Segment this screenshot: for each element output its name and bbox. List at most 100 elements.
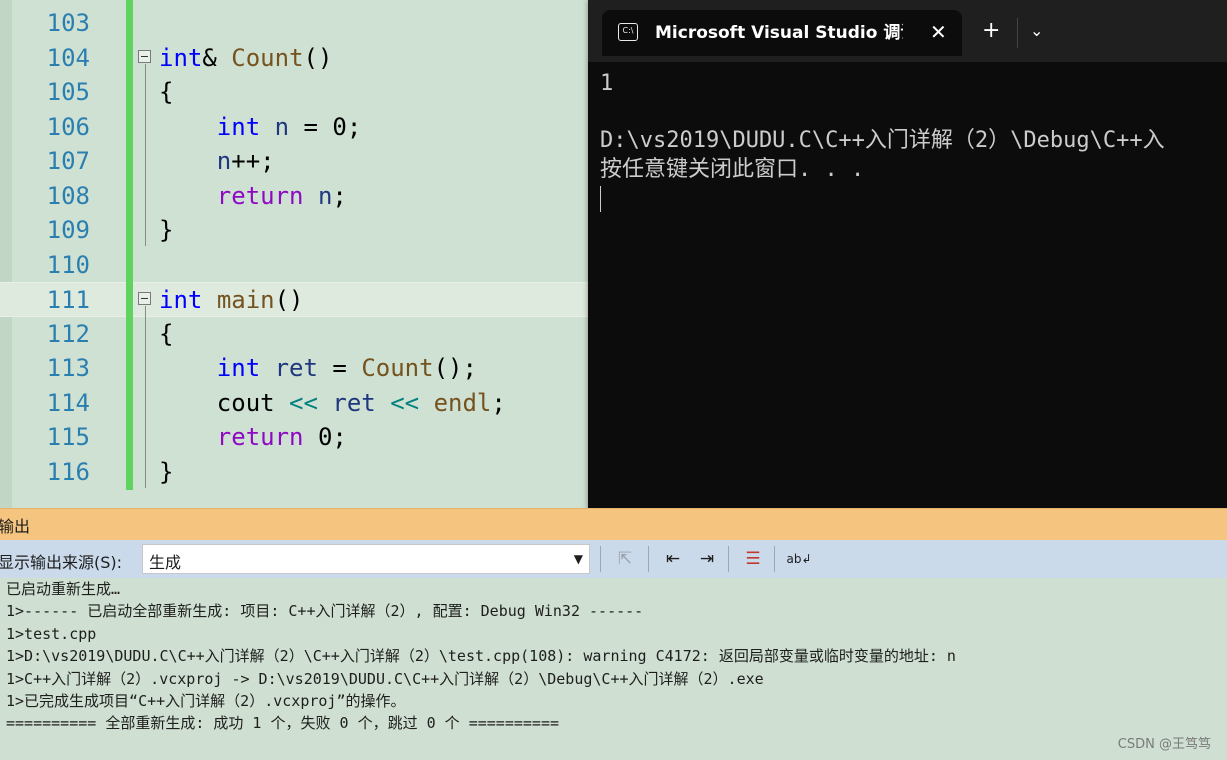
line-number: 109	[46, 216, 90, 244]
code-token: {	[159, 78, 174, 106]
fold-toggle-icon[interactable]	[138, 50, 151, 63]
toolbar-separator	[728, 546, 729, 572]
output-line: 1>------ 已启动全部重新生成: 项目: C++入门详解（2）, 配置: …	[6, 602, 644, 620]
code-token: &	[202, 43, 232, 72]
code-text: return 0;	[159, 420, 347, 454]
line-number: 115	[46, 423, 90, 451]
find-message-icon[interactable]: ⇱	[612, 546, 638, 572]
code-text: }	[159, 213, 173, 247]
scope-guide-line	[145, 306, 146, 488]
code-token: main	[216, 286, 275, 314]
code-text: int main()	[159, 283, 304, 317]
code-token: ret	[274, 354, 318, 382]
line-number: 116	[46, 457, 90, 486]
code-token: ;	[332, 181, 347, 210]
word-wrap-icon[interactable]: ab↲	[786, 546, 812, 572]
clear-all-icon[interactable]: ☰	[740, 546, 766, 572]
tab-divider	[1017, 18, 1018, 48]
toolbar-separator	[600, 546, 601, 572]
code-text: cout << ret << endl;	[159, 386, 506, 420]
console-output-line: 1	[600, 71, 614, 96]
console-output-line: D:\vs2019\DUDU.C\C++入门详解（2）\Debug\C++入	[600, 128, 1165, 153]
output-line: 1>C++入门详解（2）.vcxproj -> D:\vs2019\DUDU.C…	[6, 670, 764, 688]
code-token: =	[317, 354, 362, 382]
code-token: int	[159, 286, 203, 314]
code-text: }	[159, 455, 173, 489]
output-line: ========== 全部重新生成: 成功 1 个，失败 0 个，跳过 0 个 …	[6, 714, 560, 732]
toolbar-separator	[648, 546, 649, 572]
change-indicator-bar	[126, 0, 133, 490]
console-tab[interactable]: C:\ Microsoft Visual Studio 调试控制台 ✕	[602, 10, 962, 56]
previous-message-icon[interactable]: ⇤	[660, 546, 686, 572]
csdn-watermark: CSDN @王笃笃	[1117, 737, 1211, 752]
close-icon[interactable]: ✕	[930, 20, 947, 44]
code-token: Count	[231, 43, 304, 72]
line-number: 108	[46, 181, 90, 210]
code-token: ()	[303, 43, 333, 72]
plus-icon[interactable]: +	[982, 18, 1000, 44]
toolbar-separator	[774, 546, 775, 572]
output-line: 1>test.cpp	[6, 625, 97, 643]
line-number: 110	[46, 250, 90, 279]
text-cursor	[600, 186, 601, 212]
console-output-line: 按任意键关闭此窗口. . .	[600, 157, 865, 182]
line-number: 114	[46, 388, 90, 417]
code-token: }	[159, 457, 174, 486]
output-toolbar: 显示输出来源(S): 生成 ▼ ⇱ ⇤ ⇥ ☰ ab↲	[0, 540, 1227, 578]
code-token: n	[216, 147, 232, 175]
line-number: 107	[46, 147, 90, 175]
line-number: 106	[46, 112, 90, 141]
code-token: int	[159, 43, 203, 72]
output-source-select[interactable]: 生成 ▼	[142, 544, 590, 574]
output-line: 已启动重新生成…	[6, 580, 121, 598]
fold-toggle-icon[interactable]	[138, 292, 151, 305]
code-token: return	[216, 181, 304, 210]
code-token: <<	[289, 388, 318, 417]
code-token: int	[216, 354, 261, 382]
code-text: {	[159, 317, 173, 351]
terminal-icon: C:\	[618, 23, 638, 41]
code-token: }	[159, 216, 174, 244]
code-text: int ret = Count();	[159, 351, 477, 385]
output-text-area[interactable]: 已启动重新生成… 1>------ 已启动全部重新生成: 项目: C++入门详解…	[0, 578, 1227, 760]
code-token: {	[159, 319, 174, 348]
code-token: ()	[274, 286, 304, 314]
code-token: return	[216, 423, 304, 451]
output-line: 1>已完成生成项目“C++入门详解（2）.vcxproj”的操作。	[6, 692, 406, 710]
dropdown-arrow-icon[interactable]: ▼	[574, 547, 583, 571]
next-message-icon[interactable]: ⇥	[694, 546, 720, 572]
console-titlebar: C:\ Microsoft Visual Studio 调试控制台 ✕ + ⌄	[588, 0, 1227, 62]
output-line: 1>D:\vs2019\DUDU.C\C++入门详解（2）\C++入门详解（2）…	[6, 647, 956, 665]
output-source-label: 显示输出来源(S):	[0, 553, 123, 572]
code-token: Count	[361, 354, 434, 382]
line-number: 105	[46, 78, 90, 106]
code-token: endl	[433, 388, 492, 417]
code-text: int& Count()	[159, 41, 332, 75]
output-panel-title: 输出	[0, 517, 31, 536]
line-number: 111	[46, 286, 90, 314]
code-token: <<	[390, 388, 420, 417]
code-token: ++;	[231, 147, 275, 175]
code-token: ();	[433, 354, 477, 382]
code-token: ;	[491, 388, 506, 417]
output-panel-header: 输出	[0, 508, 1227, 541]
line-number: 103	[46, 9, 90, 37]
chevron-down-icon[interactable]: ⌄	[1030, 18, 1043, 44]
code-token: n	[274, 112, 290, 141]
code-token: 0;	[303, 423, 347, 451]
debug-console-window[interactable]: C:\ Microsoft Visual Studio 调试控制台 ✕ + ⌄ …	[588, 0, 1227, 516]
code-token: = 0;	[289, 112, 362, 141]
line-number: 112	[46, 319, 90, 348]
code-token: n	[317, 181, 333, 210]
